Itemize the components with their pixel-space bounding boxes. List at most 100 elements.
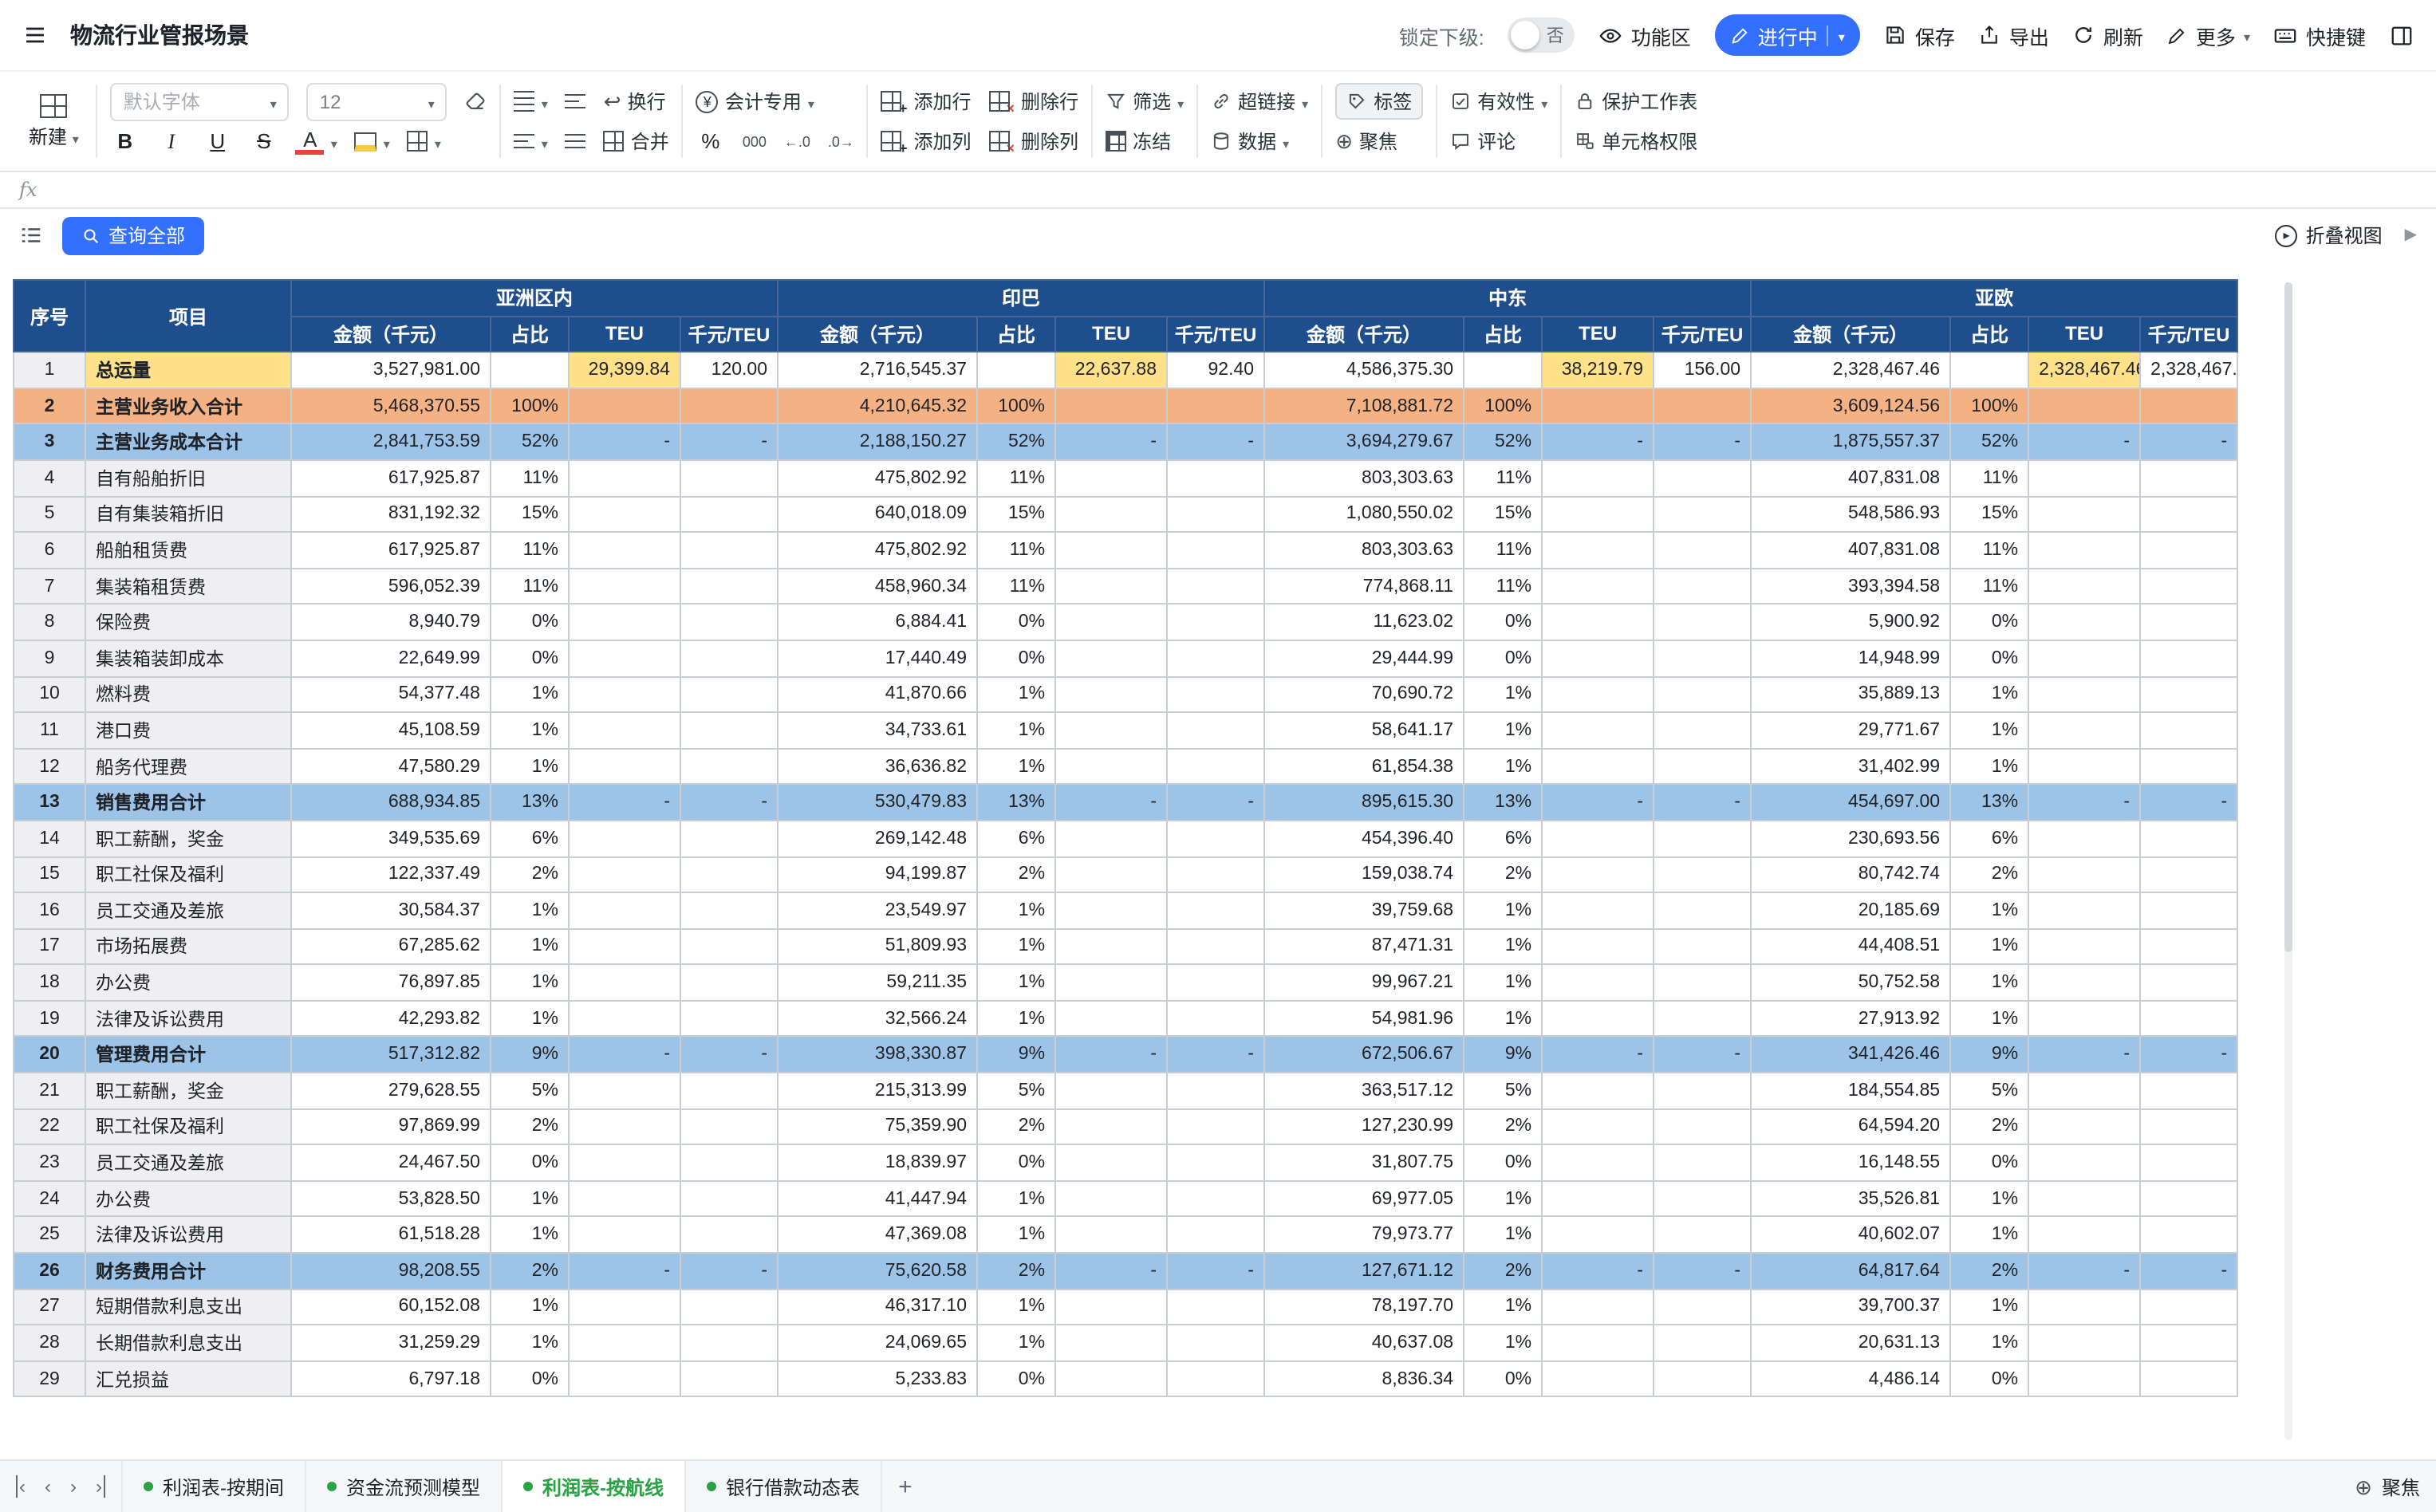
cell[interactable] (1055, 1001, 1167, 1037)
group-header[interactable]: 亚洲区内 (291, 280, 778, 316)
row-label[interactable]: 办公费 (85, 965, 291, 1001)
cell[interactable]: 39,759.68 (1264, 892, 1464, 928)
cell[interactable]: 80,742.74 (1751, 856, 1950, 892)
cell[interactable] (680, 460, 778, 496)
cell[interactable] (2140, 496, 2237, 532)
row-number[interactable]: 20 (14, 1037, 85, 1073)
cell[interactable]: 617,925.87 (291, 460, 491, 496)
cell[interactable] (1654, 1001, 1751, 1037)
cell[interactable]: 75,359.90 (778, 1108, 977, 1144)
cell[interactable]: 4,586,375.30 (1264, 352, 1464, 388)
cell[interactable]: 1% (1464, 1001, 1542, 1037)
cell[interactable] (1055, 1325, 1167, 1360)
cell[interactable]: - (569, 424, 680, 460)
cell[interactable]: 0% (1464, 604, 1542, 640)
cell[interactable] (569, 1001, 680, 1037)
cell[interactable]: 9% (977, 1037, 1055, 1073)
cell[interactable]: 0% (1950, 1145, 2028, 1181)
cell[interactable]: 1% (1950, 712, 2028, 748)
cell[interactable] (680, 1289, 778, 1325)
cell[interactable]: 47,580.29 (291, 748, 491, 784)
expand-panel-arrow[interactable]: ▶ (2405, 226, 2417, 244)
row-number[interactable]: 13 (14, 785, 85, 821)
cell[interactable]: - (569, 785, 680, 821)
cell[interactable] (680, 928, 778, 964)
increase-decimal-icon[interactable]: .0→ (828, 133, 854, 149)
cell[interactable] (2028, 532, 2140, 568)
cell[interactable]: 31,807.75 (1264, 1145, 1464, 1181)
row-number[interactable]: 26 (14, 1253, 85, 1289)
row-label[interactable]: 员工交通及差旅 (85, 1145, 291, 1181)
add-column-button[interactable]: +添加列 (881, 128, 972, 155)
row-number[interactable]: 2 (14, 388, 85, 424)
cell[interactable] (2140, 1001, 2237, 1037)
cell[interactable]: 122,337.49 (291, 856, 491, 892)
cell[interactable] (1654, 640, 1751, 676)
cell[interactable]: 1% (1950, 928, 2028, 964)
scrollbar-thumb[interactable] (2284, 282, 2292, 952)
cell[interactable]: 44,408.51 (1751, 928, 1950, 964)
cell[interactable]: 454,396.40 (1264, 821, 1464, 856)
cell[interactable] (569, 532, 680, 568)
validation-button[interactable]: 有效性 (1450, 88, 1547, 115)
cell[interactable]: - (569, 1253, 680, 1289)
cell[interactable] (1167, 532, 1264, 568)
row-number[interactable]: 8 (14, 604, 85, 640)
cell[interactable]: - (680, 1253, 778, 1289)
cell[interactable]: 341,426.46 (1751, 1037, 1950, 1073)
cell[interactable] (2140, 1289, 2237, 1325)
cell[interactable]: 1% (491, 1001, 569, 1037)
cell[interactable]: 617,925.87 (291, 532, 491, 568)
cell[interactable] (2140, 569, 2237, 604)
cell[interactable]: 0% (491, 1361, 569, 1397)
cell[interactable]: - (1167, 1037, 1264, 1073)
cell[interactable]: 15% (1464, 496, 1542, 532)
cell[interactable]: 0% (977, 1145, 1055, 1181)
cell[interactable]: 6,797.18 (291, 1361, 491, 1397)
decrease-decimal-icon[interactable]: ←.0 (784, 133, 810, 149)
cell[interactable]: 363,517.12 (1264, 1073, 1464, 1108)
cell[interactable]: 22,649.99 (291, 640, 491, 676)
cell[interactable] (569, 1181, 680, 1217)
row-number[interactable]: 5 (14, 496, 85, 532)
cell[interactable]: 120.00 (680, 352, 778, 388)
cell[interactable] (1167, 856, 1264, 892)
cell[interactable] (1055, 1073, 1167, 1108)
cell[interactable]: 517,312.82 (291, 1037, 491, 1073)
cell[interactable]: 42,293.82 (291, 1001, 491, 1037)
vertical-scrollbar[interactable] (2284, 282, 2292, 1440)
cell[interactable]: 22,637.88 (1055, 352, 1167, 388)
cell[interactable]: 0% (1950, 1361, 2028, 1397)
cell[interactable] (680, 1181, 778, 1217)
column-header[interactable]: 项目 (85, 280, 291, 352)
cell[interactable] (1167, 1361, 1264, 1397)
cell[interactable] (1167, 821, 1264, 856)
cell[interactable]: 159,038.74 (1264, 856, 1464, 892)
cell[interactable]: 11% (977, 460, 1055, 496)
cell[interactable]: 5% (1950, 1073, 2028, 1108)
cell-permission-button[interactable]: 单元格权限 (1575, 128, 1697, 155)
lock-toggle[interactable]: 否 (1508, 18, 1575, 53)
menu-icon[interactable] (22, 22, 48, 48)
cell[interactable] (2028, 928, 2140, 964)
more-button[interactable]: 更多 (2167, 20, 2250, 50)
cell[interactable]: 1% (491, 892, 569, 928)
cell[interactable]: 11% (1464, 569, 1542, 604)
cell[interactable] (1542, 1361, 1654, 1397)
cell[interactable] (1542, 388, 1654, 424)
cell[interactable]: 27,913.92 (1751, 1001, 1950, 1037)
ribbon-button[interactable]: 功能区 (1599, 20, 1691, 50)
row-number[interactable]: 29 (14, 1361, 85, 1397)
cell[interactable]: 475,802.92 (778, 460, 977, 496)
cell[interactable] (680, 748, 778, 784)
cell[interactable]: 40,637.08 (1264, 1325, 1464, 1360)
cell[interactable] (1055, 856, 1167, 892)
cell[interactable]: 475,802.92 (778, 532, 977, 568)
cell[interactable]: - (1055, 424, 1167, 460)
sub-header[interactable]: 占比 (977, 316, 1055, 352)
cell[interactable]: - (1055, 785, 1167, 821)
cell[interactable]: 1% (1464, 676, 1542, 712)
row-label[interactable]: 职工社保及福利 (85, 1108, 291, 1144)
cell[interactable]: 60,152.08 (291, 1289, 491, 1325)
cell[interactable] (1542, 676, 1654, 712)
